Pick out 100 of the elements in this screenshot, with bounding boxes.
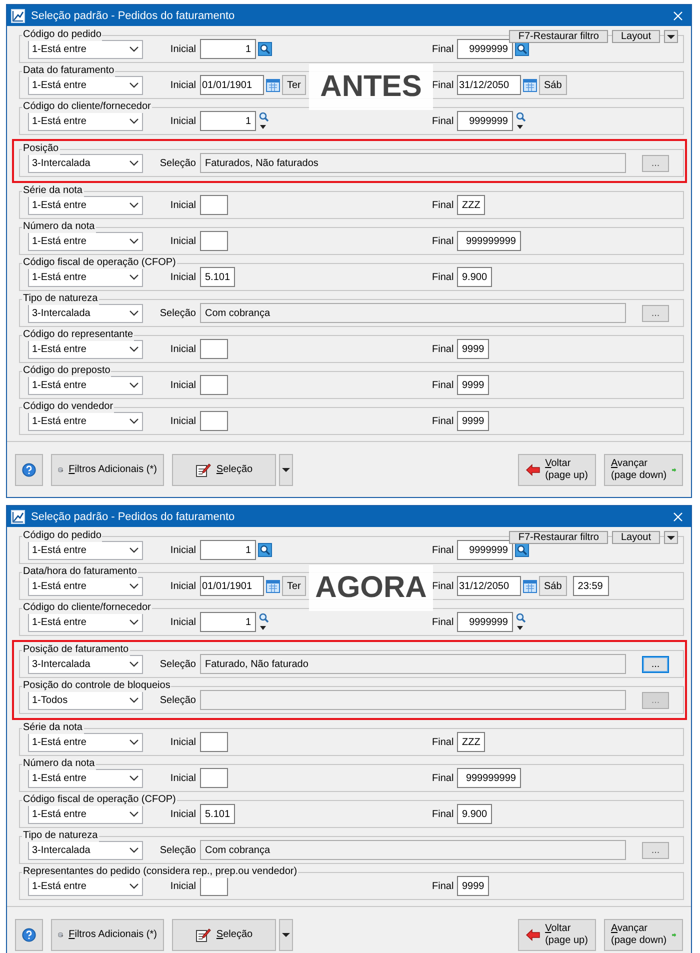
calendar-icon[interactable] — [523, 579, 537, 593]
operator-dropdown[interactable]: 1-Está entre — [28, 196, 143, 214]
search-icon[interactable] — [258, 42, 272, 56]
operator-dropdown[interactable]: 1-Está entre — [28, 376, 143, 394]
search-dropdown-icon[interactable] — [515, 612, 527, 632]
operator-dropdown[interactable]: 1-Está entre — [28, 232, 143, 250]
final-field[interactable]: 999999999 — [457, 768, 521, 788]
ellipsis-button[interactable]: ... — [642, 304, 669, 322]
final-field[interactable]: 9999999 — [457, 540, 513, 560]
initial-field[interactable]: 1 — [200, 111, 256, 131]
operator-dropdown[interactable]: 1-Está entre — [28, 40, 143, 58]
operator-dropdown[interactable]: 1-Está entre — [28, 768, 143, 788]
ellipsis-button[interactable]: ... — [642, 154, 669, 172]
close-icon[interactable] — [673, 10, 683, 20]
search-dropdown-icon[interactable] — [515, 111, 527, 131]
time-field[interactable]: 23:59 — [572, 576, 609, 596]
operator-dropdown[interactable]: 3-Intercalada — [28, 840, 143, 860]
operator-dropdown[interactable]: 3-Intercalada — [28, 154, 143, 172]
search-dropdown-icon[interactable] — [258, 612, 270, 632]
initial-label: Inicial — [169, 236, 197, 246]
operator-dropdown[interactable]: 1-Está entre — [28, 412, 143, 430]
selection-button[interactable]: Seleção — [172, 454, 276, 486]
final-field[interactable]: ZZZ — [457, 732, 486, 752]
toolbar-dropdown[interactable] — [664, 30, 678, 43]
chevron-down-icon — [129, 382, 139, 388]
operator-dropdown[interactable]: 3-Intercalada — [28, 304, 143, 322]
initial-field[interactable] — [200, 876, 228, 896]
toolbar-button[interactable]: F7-Restaurar filtro — [509, 531, 608, 544]
final-label: Final — [432, 772, 455, 784]
group-label: Código do cliente/fornecedor — [22, 100, 152, 113]
final-field[interactable]: 9999 — [457, 375, 490, 395]
initial-field[interactable]: 1 — [200, 39, 256, 59]
initial-field[interactable]: 1 — [200, 612, 256, 632]
initial-field[interactable] — [200, 732, 228, 752]
final-field[interactable]: 9.900 — [457, 267, 492, 287]
chevron-down-icon — [129, 697, 139, 703]
toolbar-button[interactable]: F7-Restaurar filtro — [509, 30, 608, 43]
selection-label: Seleção — [158, 844, 197, 856]
initial-label: Inicial — [169, 80, 197, 90]
final-field[interactable]: 9999999 — [457, 612, 513, 632]
final-field[interactable]: ZZZ — [457, 195, 486, 215]
calendar-icon[interactable] — [523, 78, 537, 92]
group-label: Código do pedido — [22, 529, 102, 542]
operator-dropdown[interactable]: 1-Está entre — [28, 540, 143, 560]
chevron-down-icon — [129, 661, 139, 667]
initial-label: Inicial — [169, 580, 197, 592]
initial-field[interactable] — [200, 375, 228, 395]
final-field[interactable]: 9999999 — [457, 39, 513, 59]
initial-date-field[interactable]: 01/01/1901 — [200, 75, 264, 95]
operator-dropdown[interactable]: 1-Está entre — [28, 76, 143, 94]
help-button[interactable] — [15, 454, 43, 486]
operator-dropdown[interactable]: 1-Está entre — [28, 576, 143, 596]
operator-dropdown[interactable]: 1-Está entre — [28, 340, 143, 358]
back-button[interactable]: Voltar (page up) — [518, 454, 596, 486]
ellipsis-button[interactable]: ... — [642, 656, 669, 672]
final-field[interactable]: 9999 — [457, 411, 490, 431]
final-field[interactable]: 9999 — [457, 339, 490, 359]
final-field[interactable]: 9999999 — [457, 111, 513, 131]
dropdown-button[interactable] — [279, 918, 293, 950]
initial-field[interactable]: 1 — [200, 540, 256, 560]
final-date-field[interactable]: 31/12/2050 — [457, 576, 521, 596]
ellipsis-button[interactable]: ... — [642, 842, 669, 858]
initial-field[interactable]: 5.101 — [200, 267, 236, 287]
operator-dropdown[interactable]: 3-Intercalada — [28, 654, 143, 674]
chevron-down-icon — [129, 847, 139, 853]
search-icon[interactable] — [515, 543, 529, 557]
search-icon[interactable] — [515, 42, 529, 56]
initial-field[interactable] — [200, 768, 228, 788]
additional-filters-button[interactable]: Filtros Adicionais (*) — [51, 918, 164, 950]
group-label: Número da nota — [22, 220, 96, 233]
calendar-icon[interactable] — [266, 78, 280, 92]
close-icon[interactable] — [673, 512, 683, 522]
arrow-left-icon — [526, 928, 540, 940]
dropdown-button[interactable] — [279, 454, 293, 486]
final-field[interactable]: 999999999 — [457, 231, 521, 251]
final-field[interactable]: 9.900 — [457, 804, 492, 824]
calendar-icon[interactable] — [266, 579, 280, 593]
initial-field[interactable] — [200, 195, 228, 215]
initial-field[interactable] — [200, 231, 228, 251]
search-icon[interactable] — [258, 543, 272, 557]
initial-field[interactable] — [200, 411, 228, 431]
next-button[interactable]: Avançar (page down) — [604, 918, 683, 950]
final-field[interactable]: 9999 — [457, 876, 490, 896]
selection-field: Com cobrança — [200, 303, 626, 323]
help-button[interactable] — [15, 918, 43, 950]
caret-icon — [282, 932, 290, 936]
back-button[interactable]: Voltar (page up) — [518, 918, 596, 950]
additional-filters-button[interactable]: Filtros Adicionais (*) — [51, 454, 164, 486]
selection-button[interactable]: Seleção — [172, 918, 276, 950]
next-button[interactable]: Avançar (page down) — [604, 454, 683, 486]
operator-dropdown[interactable]: 1-Está entre — [28, 732, 143, 752]
initial-date-field[interactable]: 01/01/1901 — [200, 576, 264, 596]
final-date-field[interactable]: 31/12/2050 — [457, 75, 521, 95]
initial-field[interactable]: 5.101 — [200, 804, 236, 824]
toolbar-button[interactable]: Layout — [612, 531, 660, 544]
selection-label: Seleção — [158, 694, 197, 706]
initial-field[interactable] — [200, 339, 228, 359]
toolbar-dropdown[interactable] — [664, 531, 678, 544]
toolbar-button[interactable]: Layout — [612, 30, 660, 43]
search-dropdown-icon[interactable] — [258, 111, 270, 131]
